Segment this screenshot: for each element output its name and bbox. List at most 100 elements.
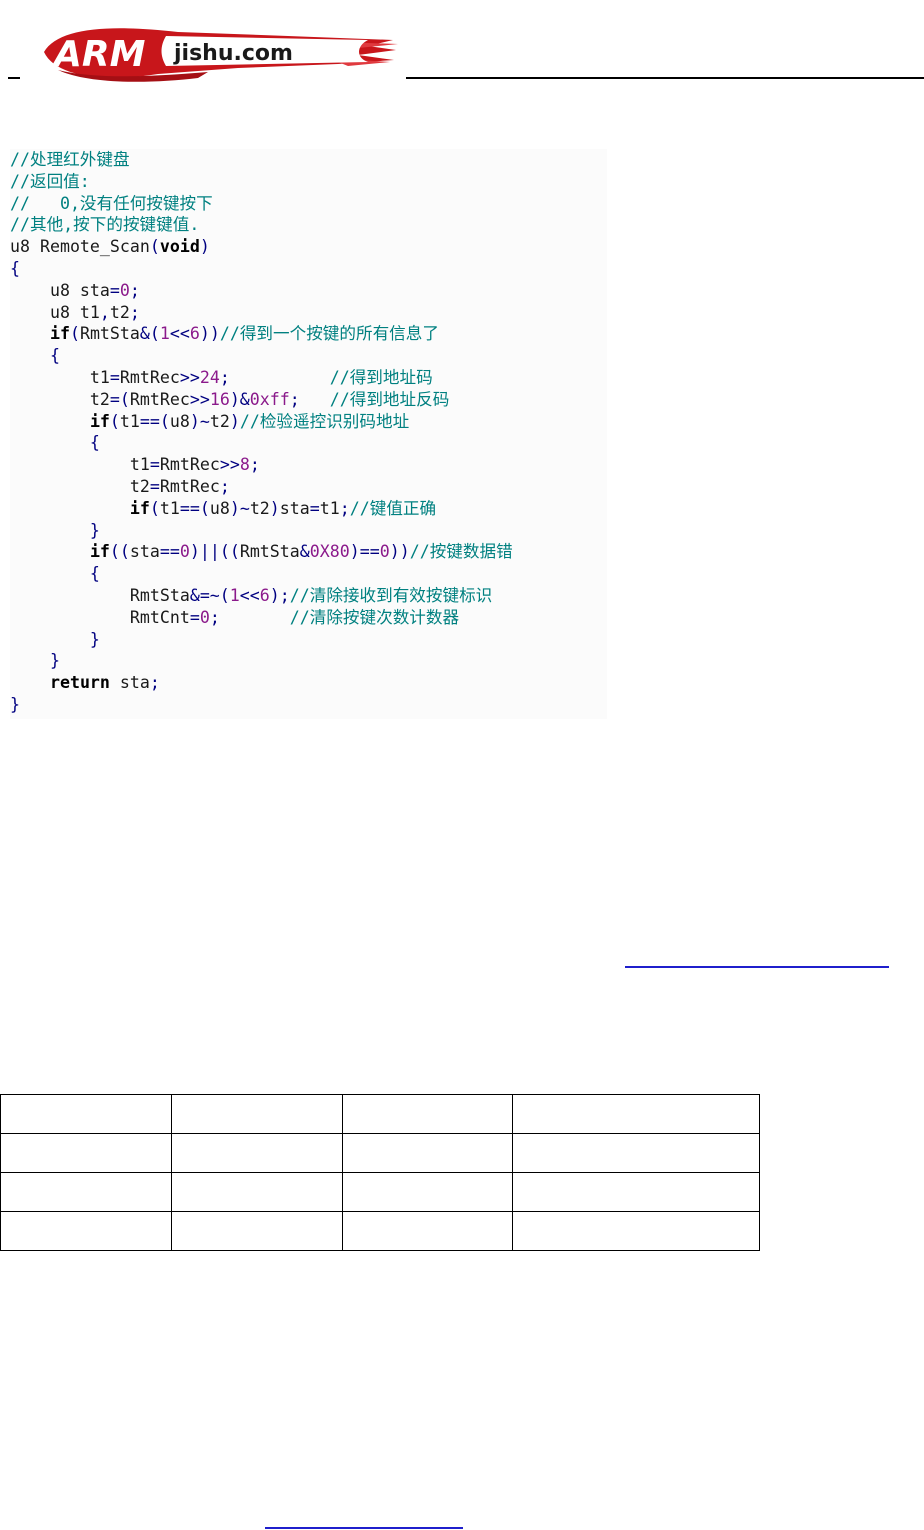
code-token: ( — [149, 237, 160, 257]
code-token: = — [309, 498, 320, 518]
code-token: t1 — [119, 411, 140, 431]
code-token: RmtRec — [129, 389, 190, 409]
code-listing: //处理红外键盘 //返回值:// 0,没有任何按键按下//其他,按下的按键键值.… — [10, 149, 607, 719]
table-cell — [512, 1094, 760, 1134]
code-token: == — [159, 542, 180, 562]
table-cell — [342, 1172, 513, 1212]
code-line: //返回值: — [10, 171, 607, 193]
code-token: ( — [109, 411, 120, 431]
table-cell — [171, 1133, 343, 1173]
code-token: = — [189, 607, 200, 627]
code-keyword: void — [159, 237, 200, 257]
header-rule — [406, 77, 924, 79]
code-token: = — [149, 476, 160, 496]
code-token: RmtSta — [79, 324, 140, 344]
hyperlink-underline-bottom[interactable] — [265, 1527, 463, 1529]
code-line: u8 Remote_Scan(void) — [10, 236, 607, 258]
code-token: )& — [229, 389, 250, 409]
code-token: { — [10, 564, 100, 584]
table-cell — [171, 1211, 343, 1251]
code-token: t2 — [109, 302, 130, 322]
table-row — [0, 1172, 760, 1212]
code-line: u8 sta=0; — [10, 280, 607, 302]
code-comment: // 0,没有任何按键按下 — [10, 193, 213, 213]
code-line: RmtCnt=0; //清除按键次数计数器 — [10, 607, 607, 629]
code-keyword: if — [129, 498, 150, 518]
code-token: &=~( — [189, 585, 230, 605]
header-tick — [8, 77, 20, 79]
code-comment: //处理红外键盘 — [10, 150, 130, 169]
code-token: RmtCnt — [10, 607, 190, 627]
table-cell — [342, 1211, 513, 1251]
code-line: //处理红外键盘 — [10, 149, 607, 171]
code-keyword: return — [49, 673, 110, 693]
code-number: 16 — [209, 389, 230, 409]
code-token: t2 — [249, 498, 270, 518]
code-token: } — [10, 629, 100, 649]
code-token: ; — [209, 607, 220, 627]
code-token: RmtSta — [10, 585, 190, 605]
code-token: >> — [219, 455, 240, 475]
code-comment: //清除接收到有效按键标识 — [289, 585, 493, 605]
data-table — [0, 1094, 760, 1251]
code-token: )~ — [229, 498, 250, 518]
code-token: sta — [279, 498, 310, 518]
table-cell — [0, 1133, 172, 1173]
code-number: 0 — [199, 607, 210, 627]
code-token: ; — [129, 280, 140, 300]
table-cell — [512, 1133, 760, 1173]
code-token: ) — [229, 411, 240, 431]
code-token: ; — [219, 476, 230, 496]
code-comment: //得到地址码 — [329, 367, 433, 387]
code-token: { — [10, 433, 100, 453]
table-cell — [171, 1094, 343, 1134]
table-cell — [512, 1172, 760, 1212]
code-keyword: if — [49, 324, 70, 344]
code-line: { — [10, 563, 607, 585]
code-token: << — [169, 324, 190, 344]
code-line: t2=RmtRec; — [10, 476, 607, 498]
code-line: } — [10, 629, 607, 651]
code-token: )== — [349, 542, 380, 562]
code-token: << — [239, 585, 260, 605]
code-token: t2 — [209, 411, 230, 431]
code-token: >> — [189, 389, 210, 409]
code-token: >> — [179, 367, 200, 387]
code-token: ; — [129, 302, 140, 322]
table-row — [0, 1133, 760, 1173]
code-token: &( — [139, 324, 160, 344]
code-comment: //得到一个按键的所有信息了 — [219, 324, 439, 344]
svg-text:jishu.com: jishu.com — [173, 41, 293, 66]
code-token: ) — [269, 498, 280, 518]
hyperlink-underline[interactable] — [625, 966, 889, 968]
page-header: ARM jishu.com — [0, 0, 924, 90]
code-line: { — [10, 432, 607, 454]
table-cell — [0, 1172, 172, 1212]
table-row — [0, 1211, 760, 1251]
code-token: t2 — [10, 389, 110, 409]
armjishu-logo: ARM jishu.com — [44, 28, 398, 82]
code-line: t2=(RmtRec>>16)&0xff; //得到地址反码 — [10, 389, 607, 411]
code-token: = — [109, 367, 120, 387]
code-token: { — [10, 258, 20, 278]
code-number: 24 — [199, 367, 220, 387]
code-token: u8 Remote_Scan — [10, 237, 150, 257]
table-cell — [0, 1094, 172, 1134]
code-token: u8 t1 — [10, 302, 100, 322]
code-token: t1 — [10, 367, 110, 387]
code-keyword: if — [89, 411, 110, 431]
code-token: } — [10, 520, 100, 540]
code-token: { — [10, 346, 60, 366]
code-token: ; — [149, 673, 160, 693]
code-token: =( — [109, 389, 130, 409]
code-token: ; — [289, 389, 300, 409]
code-token: ( — [69, 324, 80, 344]
